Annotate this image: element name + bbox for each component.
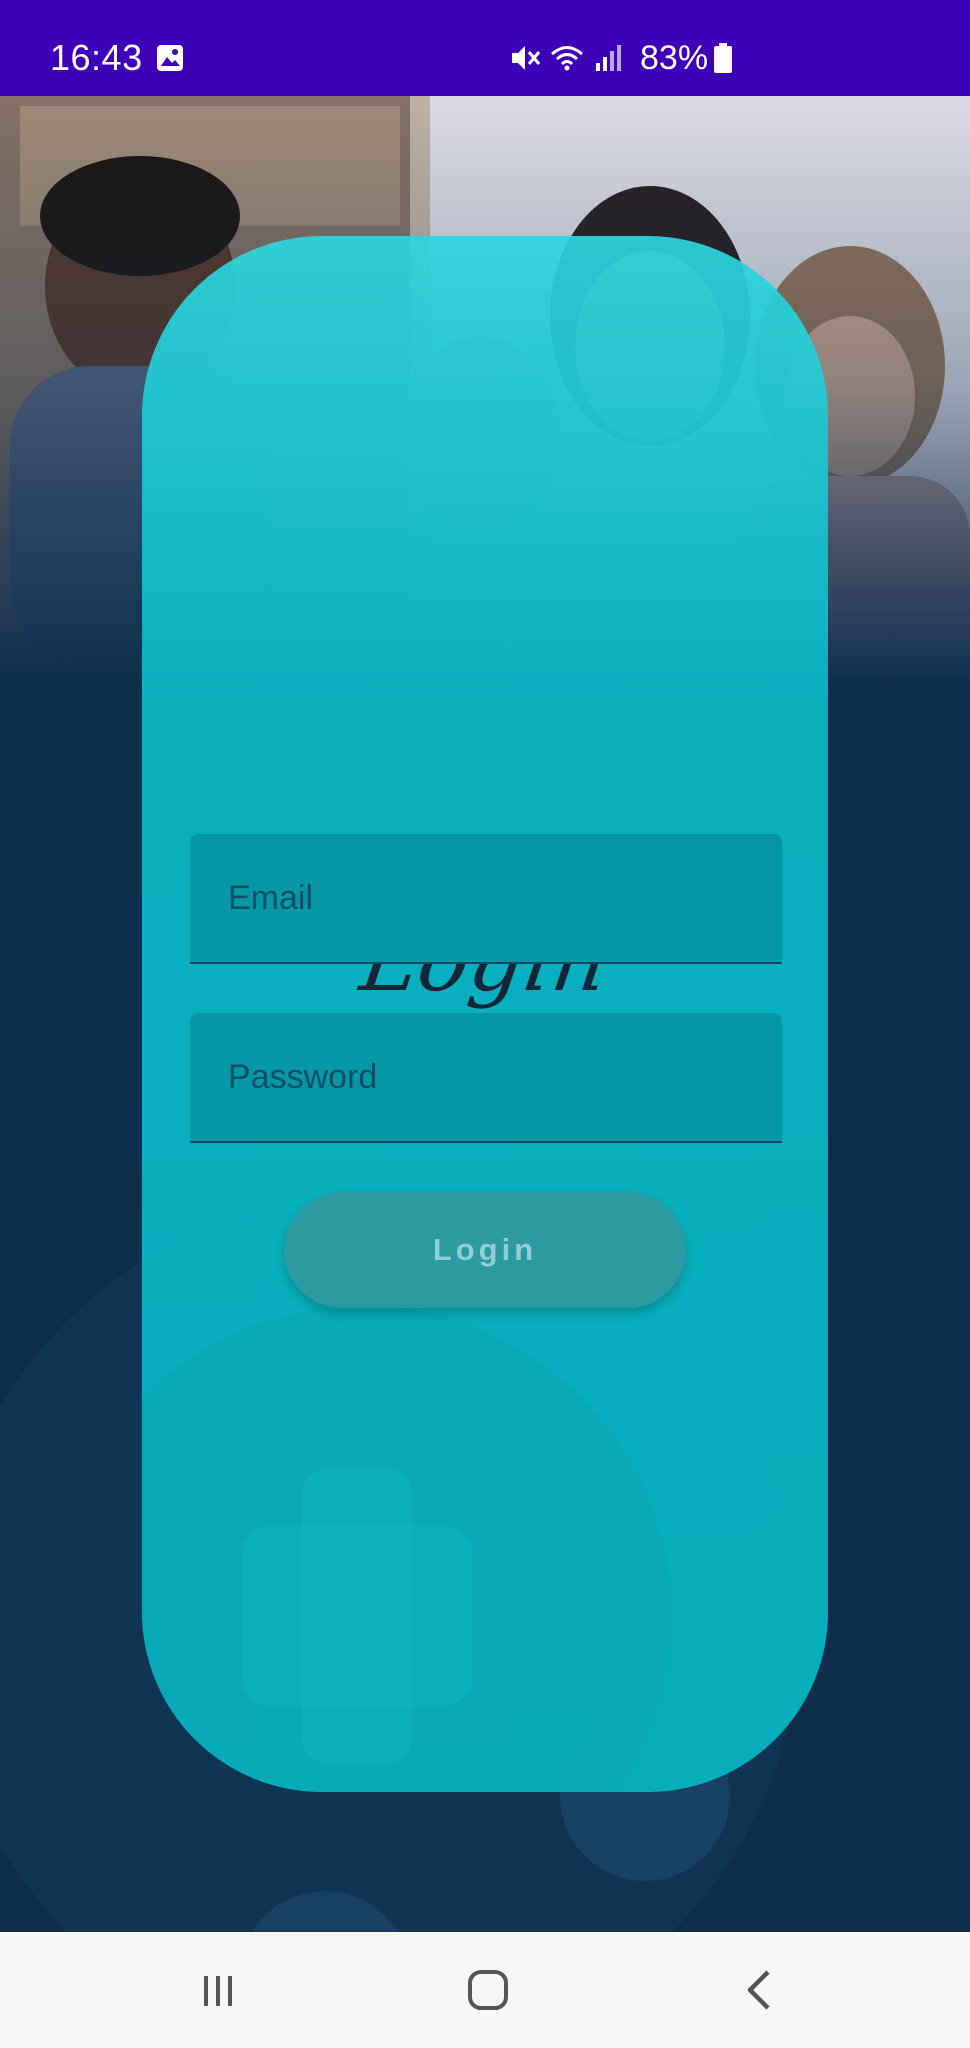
back-icon <box>747 1970 770 2010</box>
status-time: 16:43 <box>50 37 143 78</box>
login-card: Login Login <box>142 236 828 1792</box>
gallery-notification-icon <box>157 45 183 71</box>
home-icon <box>468 1970 508 2010</box>
status-bar: 16:43 83% <box>0 0 970 96</box>
mute-icon <box>512 46 541 70</box>
password-input[interactable] <box>190 1013 782 1141</box>
app-screen: 16:43 83% Email Login <box>0 0 970 2048</box>
battery-percentage: 83% <box>640 38 709 77</box>
signal-icon <box>596 45 621 71</box>
navigation-bar <box>0 1932 970 2048</box>
password-field[interactable] <box>190 1013 782 1143</box>
recents-button[interactable] <box>188 1962 248 2018</box>
email-field[interactable] <box>190 834 782 964</box>
wifi-icon <box>551 46 583 71</box>
recents-icon <box>204 1976 232 2006</box>
home-button[interactable] <box>458 1962 518 2018</box>
login-button[interactable]: Login <box>284 1192 686 1308</box>
back-button[interactable] <box>730 1962 790 2018</box>
status-icons: 83% <box>508 36 733 80</box>
email-input[interactable] <box>190 834 782 962</box>
battery-icon <box>714 43 733 73</box>
